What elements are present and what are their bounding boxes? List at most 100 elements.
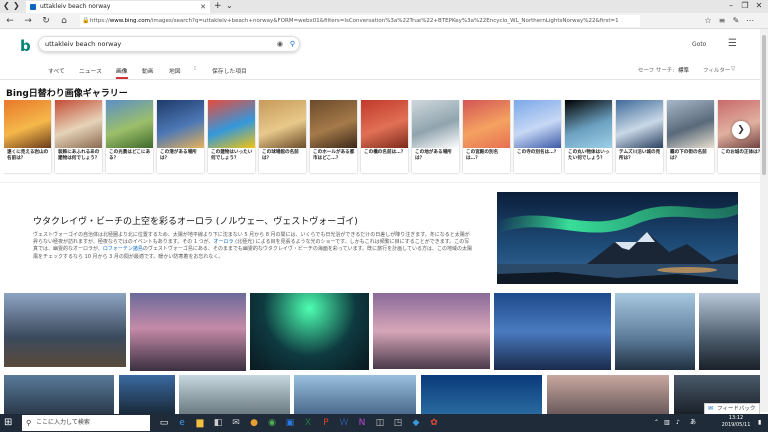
gallery-thumbnail[interactable] <box>157 100 204 148</box>
gallery-card[interactable]: この宮殿の別名は…？ <box>463 100 510 173</box>
lofoten-link[interactable]: ロフォーテン諸島 <box>103 246 143 252</box>
result-image[interactable] <box>4 375 114 414</box>
more-scopes-icon[interactable]: ⁝ <box>194 66 196 72</box>
filter-icon[interactable]: ▽ <box>731 66 735 72</box>
gallery-thumbnail[interactable] <box>361 100 408 148</box>
back-icon[interactable]: ← <box>4 15 16 27</box>
tab-menu-icon[interactable]: ⌄ <box>226 0 233 12</box>
refresh-icon[interactable]: ↻ <box>40 15 52 27</box>
edge-app-icon[interactable]: e <box>176 417 188 429</box>
gallery-caption[interactable]: 霧の下の街の名前は？ <box>667 148 714 172</box>
close-window-icon[interactable]: ✕ <box>752 0 766 12</box>
gallery-card[interactable]: テムズ川沿い城の見所は？ <box>616 100 663 173</box>
result-image[interactable] <box>373 293 490 369</box>
onenote-app-icon[interactable]: N <box>356 417 368 429</box>
aurora-link[interactable]: オーロラ <box>214 239 234 245</box>
gallery-caption[interactable]: このお城の正体は？ <box>718 148 760 172</box>
close-tab-icon[interactable]: ✕ <box>200 1 206 13</box>
gallery-thumbnail[interactable] <box>667 100 714 148</box>
gallery-card[interactable]: この寺の別名は…？ <box>514 100 561 173</box>
search-box[interactable]: uttakleiv beach norway ◉ ⚲ <box>38 36 300 52</box>
result-image[interactable] <box>615 293 695 370</box>
maximize-icon[interactable]: ❐ <box>738 0 752 12</box>
task-view-icon[interactable]: ▭ <box>158 417 170 429</box>
gallery-thumbnail[interactable] <box>565 100 612 148</box>
gallery-caption[interactable]: この光景はどこにある？ <box>106 148 153 172</box>
gallery-thumbnail[interactable] <box>106 100 153 148</box>
gallery-caption[interactable]: この港がある場所は？ <box>157 148 204 172</box>
gallery-thumbnail[interactable] <box>514 100 561 148</box>
gallery-thumbnail[interactable] <box>4 100 51 148</box>
result-image[interactable] <box>179 375 290 414</box>
tray-chevron-icon[interactable]: ⌃ <box>654 417 659 429</box>
gallery-caption[interactable]: この建物はいったい何でしょう？ <box>208 148 255 172</box>
gallery-caption[interactable]: 遠くに見える岩山の名前は？ <box>4 148 51 172</box>
network-icon[interactable]: ▥ <box>664 417 670 429</box>
gallery-thumbnail[interactable] <box>208 100 255 148</box>
windows-start-icon[interactable]: ⊞ <box>4 417 16 429</box>
gallery-card[interactable]: この港がある場所は？ <box>157 100 204 173</box>
gallery-caption[interactable]: この寺の別名は…？ <box>514 148 561 172</box>
app-icon-14[interactable]: ◆ <box>410 417 422 429</box>
notification-icon[interactable]: ▮ <box>758 417 761 429</box>
result-image[interactable] <box>421 375 542 414</box>
forward-icon[interactable]: → <box>22 15 34 27</box>
gallery-caption[interactable]: この球場館の名前は？ <box>259 148 306 172</box>
gallery-caption[interactable]: この地がある場所は？ <box>412 148 459 172</box>
ime-indicator[interactable]: あ <box>690 417 696 429</box>
scrollbar-thumb[interactable] <box>762 35 766 175</box>
gallery-next-button[interactable]: ❯ <box>732 121 750 139</box>
search-icon[interactable]: ⚲ <box>290 37 295 51</box>
gallery-card[interactable]: この光景はどこにある？ <box>106 100 153 173</box>
gallery-thumbnail[interactable] <box>55 100 102 148</box>
tab-maps[interactable]: 地図 <box>169 66 181 75</box>
page-scrollbar[interactable] <box>760 29 768 412</box>
volume-icon[interactable]: ♪ <box>676 417 680 429</box>
app-icon-13[interactable]: ◳ <box>392 417 404 429</box>
signin-link[interactable]: Goto <box>692 41 706 48</box>
gallery-caption[interactable]: この丸い物体はいったい何でしょう？ <box>565 148 612 172</box>
more-menu-icon[interactable]: ⋯ <box>744 15 756 27</box>
search-input[interactable]: uttakleiv beach norway <box>45 40 121 48</box>
active-tab[interactable]: uttakleiv beach norway ✕ <box>26 1 210 13</box>
filter-button[interactable]: フィルター <box>703 66 730 74</box>
gallery-caption[interactable]: 装飾にあふれるあの建物は何でしょう？ <box>55 148 102 172</box>
gallery-card[interactable]: この丸い物体はいったい何でしょう？ <box>565 100 612 173</box>
result-image[interactable] <box>119 375 175 414</box>
share-icon[interactable]: ✎ <box>730 15 742 27</box>
gallery-thumbnail[interactable] <box>310 100 357 148</box>
hamburger-menu-icon[interactable]: ☰ <box>728 38 737 49</box>
tab-videos[interactable]: 動画 <box>142 66 154 75</box>
safesearch-dropdown[interactable]: 標準 <box>678 66 689 74</box>
app-icon-5[interactable]: ● <box>248 417 260 429</box>
result-image[interactable] <box>130 293 246 371</box>
gallery-caption[interactable]: この橋の名前は…？ <box>361 148 408 172</box>
chrome-app-icon[interactable]: ◉ <box>266 417 278 429</box>
tab-news[interactable]: ニュース <box>79 66 102 75</box>
tab-all[interactable]: すべて <box>48 66 65 75</box>
result-image[interactable] <box>699 293 760 370</box>
hero-image[interactable] <box>497 192 738 284</box>
gallery-thumbnail[interactable] <box>616 100 663 148</box>
taskbar-search[interactable]: ⚲ ここに入力して検索 <box>22 415 150 431</box>
gallery-caption[interactable]: この宮殿の別名は…？ <box>463 148 510 172</box>
tab-images[interactable]: 画像 <box>116 66 128 79</box>
tab-saved[interactable]: 保存した項目 <box>212 66 247 75</box>
new-tab-button[interactable]: + <box>214 0 222 12</box>
app-icon-15[interactable]: ✿ <box>428 417 440 429</box>
gallery-card[interactable]: 遠くに見える岩山の名前は？ <box>4 100 51 173</box>
result-image[interactable] <box>294 375 416 414</box>
gallery-thumbnail[interactable] <box>412 100 459 148</box>
outlook-app-icon[interactable]: ▣ <box>284 417 296 429</box>
gallery-caption[interactable]: テムズ川沿い城の見所は？ <box>616 148 663 172</box>
minimize-icon[interactable]: – <box>724 0 738 12</box>
app-icon-12[interactable]: ◫ <box>374 417 386 429</box>
result-image[interactable] <box>547 375 669 414</box>
result-image[interactable] <box>4 293 126 367</box>
gallery-card[interactable]: このホールがある都市はどこ…？ <box>310 100 357 173</box>
word-app-icon[interactable]: W <box>338 417 350 429</box>
gallery-caption[interactable]: このホールがある都市はどこ…？ <box>310 148 357 172</box>
excel-app-icon[interactable]: X <box>302 417 314 429</box>
gallery-card[interactable]: 装飾にあふれるあの建物は何でしょう？ <box>55 100 102 173</box>
gallery-card[interactable]: この地がある場所は？ <box>412 100 459 173</box>
